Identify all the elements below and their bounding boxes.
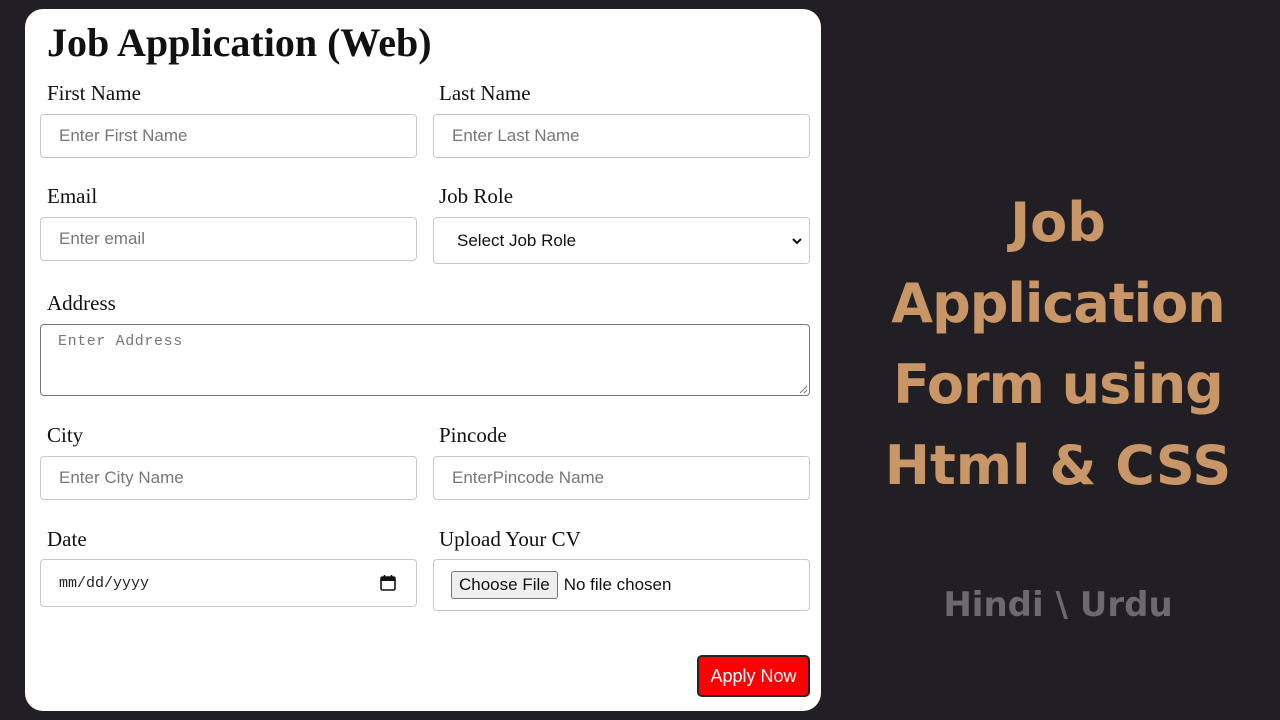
cv-file-input[interactable]: Choose File No file chosen (433, 559, 810, 611)
last-name-input[interactable] (433, 114, 810, 158)
calendar-icon[interactable] (379, 574, 397, 592)
language-subtitle: Hindi \ Urdu (943, 585, 1173, 625)
apply-now-button[interactable]: Apply Now (697, 655, 810, 697)
date-input[interactable]: mm/dd/yyyy (40, 559, 417, 607)
promo-line-4: Html & CSS (884, 434, 1232, 497)
file-status-text: No file chosen (563, 575, 672, 594)
job-role-select[interactable]: Select Job Role (433, 217, 810, 264)
email-label: Email (47, 184, 98, 208)
address-textarea[interactable] (40, 324, 810, 396)
first-name-input[interactable] (40, 114, 417, 158)
promo-line-2: Application (891, 272, 1225, 335)
email-input[interactable] (40, 217, 417, 261)
pincode-label: Pincode (439, 423, 507, 447)
job-role-label: Job Role (439, 184, 514, 208)
resize-grip-icon[interactable] (798, 384, 808, 394)
city-label: City (47, 423, 84, 447)
city-input[interactable] (40, 456, 417, 500)
date-label: Date (47, 527, 87, 551)
cv-label: Upload Your CV (439, 527, 581, 551)
address-label: Address (47, 291, 116, 315)
chevron-down-icon (792, 237, 802, 244)
first-name-label: First Name (47, 81, 141, 105)
promo-line-1: Job (1010, 191, 1106, 254)
promo-heading: Job Application Form using Html & CSS (858, 182, 1258, 506)
form-title: Job Application (Web) (47, 20, 432, 65)
application-form-card: Job Application (Web) First Name Last Na… (25, 9, 821, 711)
page: Job Application (Web) First Name Last Na… (0, 0, 1280, 720)
last-name-label: Last Name (439, 81, 531, 105)
choose-file-button[interactable]: Choose File (451, 571, 558, 599)
date-value: mm/dd/yyyy (59, 574, 150, 592)
job-role-selected-value: Select Job Role (457, 230, 577, 250)
pincode-input[interactable] (433, 456, 810, 500)
promo-line-3: Form using (893, 353, 1224, 416)
